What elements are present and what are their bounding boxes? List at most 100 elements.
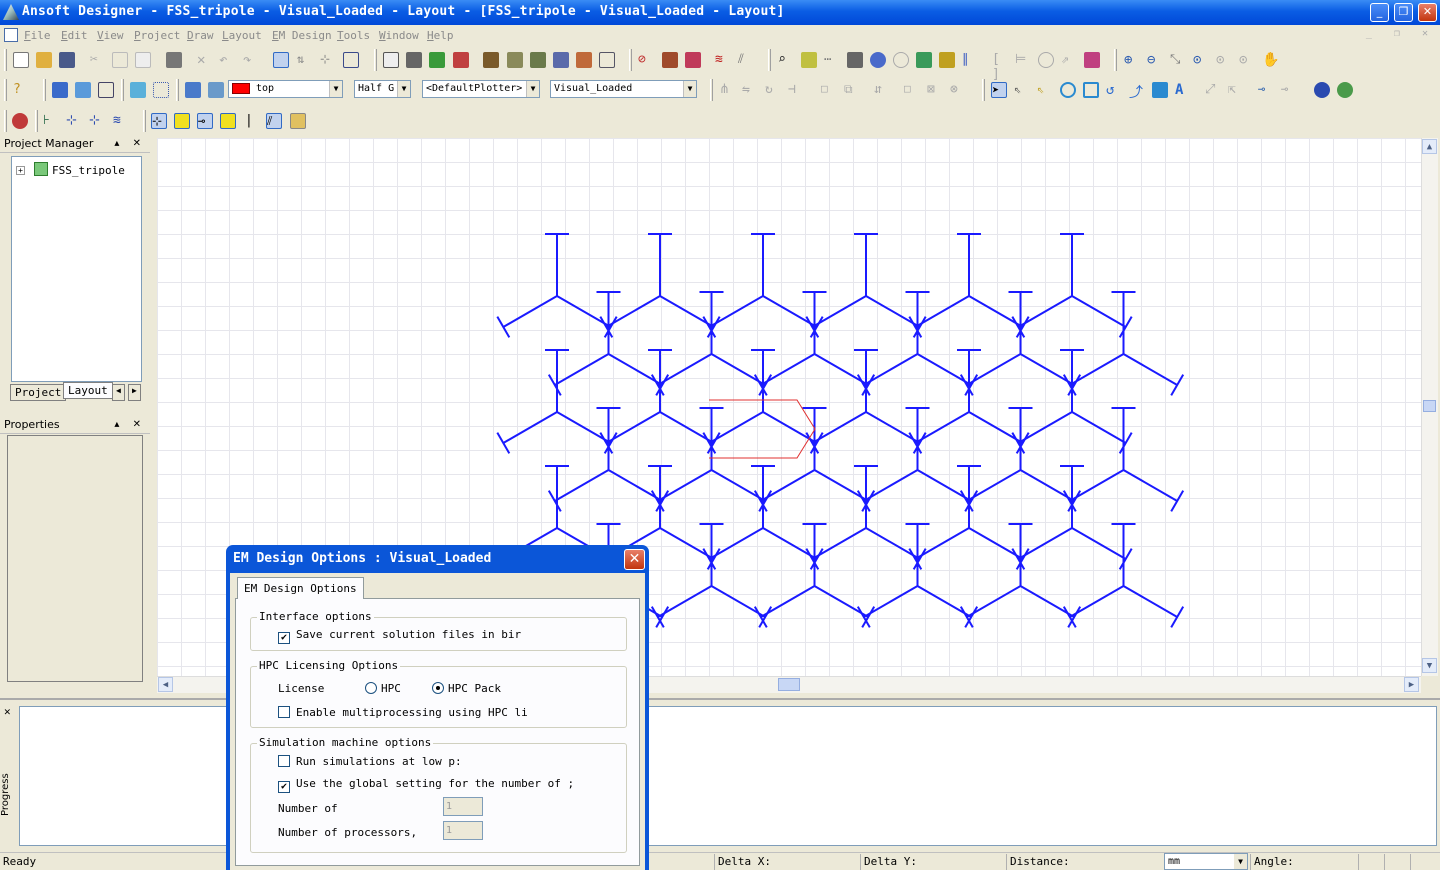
dialog-close-button[interactable]: ✕ bbox=[624, 549, 645, 570]
toolbar-grip[interactable] bbox=[35, 110, 38, 132]
angle-snap-icon[interactable]: ⫽ bbox=[266, 113, 282, 129]
toolbar-grip[interactable] bbox=[43, 79, 46, 101]
arrange-icon[interactable]: ⇵ bbox=[874, 82, 890, 98]
menu-view[interactable]: View bbox=[97, 29, 124, 42]
toolbar-grip[interactable] bbox=[768, 49, 771, 71]
plot-icon[interactable] bbox=[530, 52, 546, 68]
restore-button[interactable]: ❐ bbox=[1394, 3, 1413, 22]
pan-hand-icon[interactable]: ✋ bbox=[1262, 52, 1279, 68]
bracket-icon[interactable]: [ ] bbox=[992, 52, 1008, 82]
zoom-in-icon[interactable]: ⊕ bbox=[1124, 52, 1140, 68]
box-icon[interactable]: □ bbox=[821, 82, 837, 98]
number-of-processors-input[interactable]: 1 bbox=[443, 821, 483, 840]
zoom-out-icon[interactable]: ⊖ bbox=[1147, 52, 1163, 68]
chevron-down-icon[interactable]: ▼ bbox=[526, 81, 539, 97]
close-button[interactable]: ✕ bbox=[1418, 3, 1437, 22]
radio-mark[interactable] bbox=[365, 682, 377, 694]
tree-item-project[interactable]: FSS_tripole bbox=[52, 164, 125, 177]
export-icon[interactable] bbox=[576, 52, 592, 68]
menu-project[interactable]: Project bbox=[134, 29, 180, 42]
number-of-input[interactable]: 1 bbox=[443, 797, 483, 816]
document-icon[interactable] bbox=[4, 28, 18, 42]
trace-icon[interactable]: ≋ bbox=[715, 52, 731, 68]
polygon-icon[interactable] bbox=[98, 82, 114, 98]
draw-rectangle-icon[interactable] bbox=[1083, 82, 1099, 98]
port-remove-icon[interactable]: ⊸ bbox=[1281, 82, 1297, 98]
group-icon[interactable]: ⧉ bbox=[844, 82, 860, 98]
copy-icon[interactable] bbox=[112, 52, 128, 68]
menu-edit[interactable]: Edit bbox=[61, 29, 88, 42]
grid-snap-icon[interactable]: ⊹ bbox=[151, 113, 167, 129]
toolbar-grip[interactable] bbox=[143, 110, 146, 132]
close-icon[interactable]: ✕ bbox=[4, 705, 11, 718]
redo-icon[interactable]: ↷ bbox=[243, 52, 259, 68]
toolbar-grip[interactable] bbox=[121, 79, 124, 101]
vertex-snap-icon[interactable] bbox=[220, 113, 236, 129]
clock-icon[interactable] bbox=[893, 52, 909, 68]
component-icon[interactable] bbox=[406, 52, 422, 68]
pattern-icon[interactable] bbox=[1084, 52, 1100, 68]
rectangle-icon[interactable] bbox=[75, 82, 91, 98]
progress-tab[interactable]: Progress bbox=[0, 745, 19, 845]
rect-select-icon[interactable] bbox=[174, 113, 190, 129]
probe-icon[interactable]: ⇗ bbox=[1061, 52, 1077, 68]
properties-panel[interactable] bbox=[7, 435, 143, 682]
delete-icon[interactable]: ✕ bbox=[197, 52, 213, 68]
scroll-right-icon[interactable]: ▶ bbox=[1404, 677, 1419, 692]
boundary-icon[interactable]: ∥ bbox=[962, 52, 978, 68]
meander-icon[interactable]: ≋ bbox=[113, 113, 129, 129]
menu-em-design[interactable]: EM Design bbox=[272, 29, 332, 42]
solve-icon[interactable] bbox=[870, 52, 886, 68]
measure-icon[interactable]: ⤢ bbox=[1205, 82, 1221, 98]
subtract-icon[interactable]: ⊗ bbox=[950, 82, 966, 98]
snap-point-icon[interactable] bbox=[153, 82, 169, 98]
menu-layout[interactable]: Layout bbox=[222, 29, 262, 42]
menu-file[interactable]: File bbox=[24, 29, 51, 42]
split-icon[interactable]: ⊹ bbox=[89, 113, 105, 129]
tab-em-design-options[interactable]: EM Design Options bbox=[237, 577, 364, 599]
select-edge-icon[interactable]: ⇖ bbox=[1014, 82, 1030, 98]
analyze-icon[interactable] bbox=[453, 52, 469, 68]
port-add-icon[interactable]: ⊸ bbox=[1258, 82, 1274, 98]
save-binary-checkbox[interactable]: ✔ Save current solution files in bir bbox=[278, 628, 521, 644]
ruler-icon[interactable]: ⊨ bbox=[1015, 52, 1031, 68]
menu-draw[interactable]: Draw bbox=[187, 29, 214, 42]
tab-scroll-left-icon[interactable]: ◀ bbox=[112, 384, 125, 401]
chevron-down-icon[interactable]: ▼ bbox=[397, 81, 410, 97]
global-setting-checkbox[interactable]: ✔ Use the global setting for the number o… bbox=[278, 777, 574, 793]
tab-project[interactable]: Project bbox=[10, 384, 67, 401]
pane-controls[interactable]: ▴ ✕ bbox=[114, 417, 146, 433]
checkbox-mark[interactable]: ✔ bbox=[278, 632, 290, 644]
cut-icon[interactable]: ✂ bbox=[90, 52, 106, 68]
toolbar-grip[interactable] bbox=[1114, 49, 1117, 71]
flip-icon[interactable]: ⇋ bbox=[742, 82, 758, 98]
menu-window[interactable]: Window bbox=[379, 29, 419, 42]
report-icon[interactable] bbox=[483, 52, 499, 68]
toolbar-grip[interactable] bbox=[4, 79, 7, 101]
toolbar-grip[interactable] bbox=[710, 79, 713, 101]
bend-icon[interactable]: ⫽ bbox=[738, 52, 754, 68]
grid-mode-select[interactable]: Half G ▼ bbox=[354, 80, 411, 98]
print-icon[interactable] bbox=[166, 52, 182, 68]
line-icon[interactable]: ⤴ bbox=[1129, 82, 1145, 101]
layer-icon[interactable] bbox=[52, 82, 68, 98]
vertex-icon[interactable]: □ bbox=[904, 82, 920, 98]
zoom-area-icon[interactable]: ⤡ bbox=[1170, 52, 1186, 68]
trace-route-icon[interactable]: ⊦ bbox=[43, 113, 59, 129]
rotate-icon[interactable]: ↻ bbox=[765, 82, 781, 98]
scroll-up-icon[interactable]: ▲ bbox=[1422, 139, 1437, 154]
search-icon[interactable]: ⌕ bbox=[778, 52, 794, 68]
toolbar-grip[interactable] bbox=[629, 49, 632, 71]
app-icon[interactable] bbox=[3, 4, 19, 20]
layer-stack-icon[interactable] bbox=[916, 52, 932, 68]
node-icon[interactable]: ⊹ bbox=[66, 113, 82, 129]
grid-icon[interactable] bbox=[801, 52, 817, 68]
design-select[interactable]: Visual_Loaded ▼ bbox=[550, 80, 697, 98]
toolbar-grip[interactable] bbox=[982, 79, 985, 101]
select-by-area-icon[interactable]: ⇖ bbox=[1037, 82, 1053, 98]
draw-polygon-icon[interactable] bbox=[1152, 82, 1168, 98]
pointer-icon[interactable]: ➤ bbox=[991, 82, 1007, 98]
plotter-select[interactable]: <DefaultPlotter> ▼ bbox=[422, 80, 540, 98]
vertical-scroll-thumb[interactable] bbox=[1423, 400, 1436, 412]
text-icon[interactable]: A bbox=[1175, 82, 1191, 98]
